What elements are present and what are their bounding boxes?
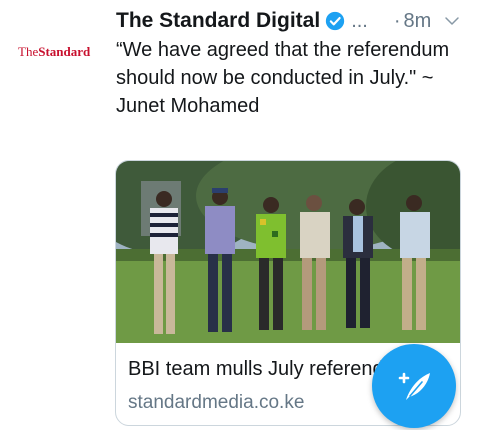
timestamp[interactable]: · 8m xyxy=(394,10,431,33)
avatar-logo-text-the: The xyxy=(18,44,39,59)
verified-badge-icon xyxy=(326,11,345,31)
author-name[interactable]: The Standard Digital xyxy=(116,9,320,33)
tweet-header: The Standard Digital ... · 8m xyxy=(116,6,468,36)
avatar[interactable]: TheStandard xyxy=(18,44,102,60)
tweet-text: “We have agreed that the referendum shou… xyxy=(116,39,450,117)
card-photo xyxy=(116,161,460,343)
compose-tweet-button[interactable] xyxy=(372,344,456,428)
timestamp-value: 8m xyxy=(403,9,432,32)
handle-truncated: ... xyxy=(351,9,368,32)
chevron-down-icon[interactable] xyxy=(443,12,461,30)
card-domain: standardmedia.co.ke xyxy=(128,392,305,413)
timestamp-separator: · xyxy=(393,9,401,32)
avatar-logo-text-standard: Standard xyxy=(38,44,91,59)
compose-tweet-icon xyxy=(398,372,430,400)
card-title: BBI team mulls July referendum xyxy=(128,358,412,380)
